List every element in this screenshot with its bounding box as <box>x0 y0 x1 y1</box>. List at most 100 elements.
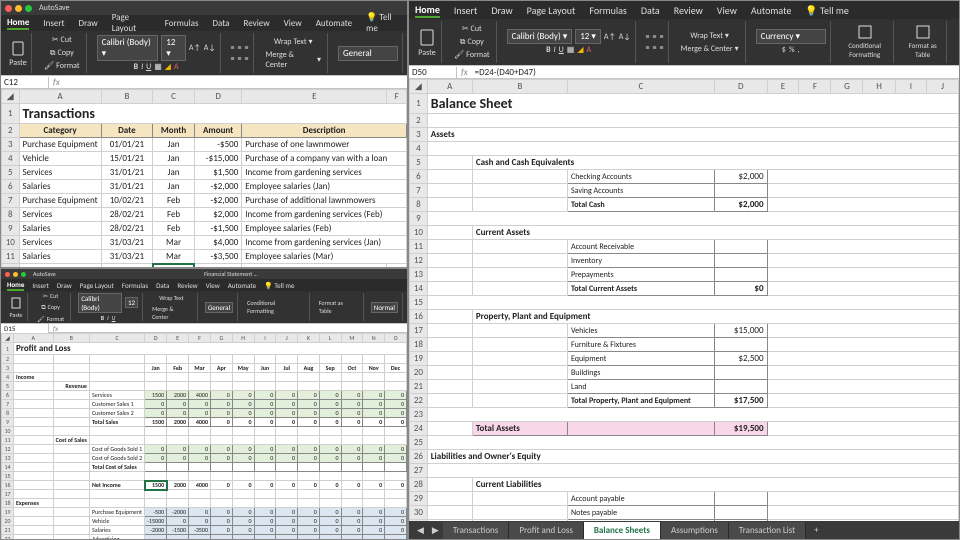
col-header[interactable]: B <box>101 90 153 104</box>
row-header[interactable]: 19 <box>410 352 428 366</box>
cell[interactable] <box>714 268 767 282</box>
cell[interactable]: Current Assets <box>472 226 958 240</box>
cell[interactable] <box>298 373 320 382</box>
cell[interactable]: 0 <box>341 481 363 490</box>
cell[interactable] <box>189 463 211 472</box>
cell[interactable] <box>189 427 211 436</box>
col-header[interactable]: A <box>427 80 472 94</box>
cell[interactable] <box>298 463 320 472</box>
cell[interactable]: 0 <box>341 508 363 517</box>
cell[interactable]: 0 <box>167 454 189 463</box>
cell[interactable] <box>189 499 211 508</box>
cell[interactable] <box>276 499 298 508</box>
cell[interactable] <box>189 355 211 364</box>
row-header[interactable]: 9 <box>410 212 428 226</box>
cell[interactable]: 31/01/21 <box>101 166 153 180</box>
cell[interactable] <box>53 490 89 499</box>
cell[interactable] <box>276 472 298 481</box>
cell[interactable] <box>276 535 298 540</box>
cell[interactable] <box>232 436 254 445</box>
cell[interactable] <box>189 472 211 481</box>
cell[interactable] <box>427 408 958 422</box>
cell[interactable]: Furniture & Fixtures <box>567 338 714 352</box>
cell[interactable]: 0 <box>319 526 341 535</box>
wrap-text-button[interactable]: Wrap Text ▾ <box>272 36 315 48</box>
cell[interactable]: 0 <box>276 409 298 418</box>
row-header[interactable]: 27 <box>410 464 428 478</box>
ribbon-tab-review[interactable]: Review <box>177 281 197 290</box>
cell[interactable]: 10/02/21 <box>101 194 153 208</box>
cell[interactable] <box>232 472 254 481</box>
cell[interactable] <box>145 436 167 445</box>
cell[interactable]: Land <box>567 380 714 394</box>
cell[interactable]: Apr <box>211 364 233 373</box>
cell[interactable]: 1500 <box>145 391 167 400</box>
cell[interactable] <box>232 499 254 508</box>
row-header[interactable]: 15 <box>2 472 14 481</box>
wrap-text-button[interactable]: Wrap Text <box>157 293 185 303</box>
cell[interactable] <box>13 490 53 499</box>
row-header[interactable]: 10 <box>2 427 14 436</box>
cell[interactable] <box>232 373 254 382</box>
cell[interactable] <box>254 355 276 364</box>
row-header[interactable]: 23 <box>410 408 428 422</box>
row-header[interactable]: 25 <box>410 436 428 450</box>
cell[interactable]: Description <box>242 124 407 138</box>
cell[interactable]: 0 <box>276 481 298 490</box>
cell[interactable]: 1500 <box>145 418 167 427</box>
cell[interactable]: 0 <box>254 400 276 409</box>
cell[interactable] <box>232 355 254 364</box>
fill-color-button[interactable]: ◢ <box>577 45 583 55</box>
col-header[interactable]: E <box>767 80 799 94</box>
cell[interactable] <box>145 427 167 436</box>
cell[interactable] <box>385 436 407 445</box>
cell[interactable]: Expenses <box>13 499 53 508</box>
underline-button[interactable]: U <box>559 45 564 55</box>
row-header[interactable]: 1 <box>410 94 428 114</box>
cell[interactable] <box>167 373 189 382</box>
cell[interactable]: Employee salaries (Jan) <box>242 180 407 194</box>
cell[interactable]: Jan <box>145 364 167 373</box>
cell[interactable] <box>145 490 167 499</box>
cell[interactable]: 0 <box>298 508 320 517</box>
cell[interactable] <box>167 382 189 391</box>
cell[interactable]: 0 <box>189 508 211 517</box>
row-header[interactable]: 1 <box>2 343 14 355</box>
copy-button[interactable]: ⧉ Copy <box>39 302 62 313</box>
cell[interactable]: 0 <box>211 391 233 400</box>
ribbon-tab-view[interactable]: View <box>717 4 737 17</box>
cell[interactable]: 0 <box>211 508 233 517</box>
cell[interactable] <box>211 490 233 499</box>
row-header[interactable]: 3 <box>2 138 20 152</box>
cell[interactable] <box>363 472 385 481</box>
cell[interactable] <box>385 355 407 364</box>
cell[interactable]: -3500 <box>189 526 211 535</box>
ribbon-tab-data[interactable]: Data <box>213 18 230 29</box>
ribbon-tab-draw[interactable]: Draw <box>491 4 512 17</box>
cell[interactable]: Account Receivable <box>567 240 714 254</box>
ribbon-tab-view[interactable]: View <box>206 281 220 290</box>
cell[interactable]: Purchase of one lawnmower <box>242 138 407 152</box>
copy-button[interactable]: ⧉ Copy <box>458 36 486 48</box>
ribbon-tab-insert[interactable]: Insert <box>43 18 64 29</box>
cell[interactable]: 0 <box>167 517 189 526</box>
ribbon-tab-tell-me[interactable]: 💡 Tell me <box>805 4 849 17</box>
cell[interactable]: 0 <box>298 391 320 400</box>
cell[interactable] <box>319 436 341 445</box>
cell[interactable] <box>363 355 385 364</box>
number-format-combo[interactable]: General <box>205 302 233 313</box>
cell[interactable]: Sep <box>319 364 341 373</box>
cell[interactable]: 0 <box>254 481 276 490</box>
cell[interactable]: 0 <box>385 526 407 535</box>
cell[interactable]: Checking Accounts <box>567 170 714 184</box>
cell[interactable]: 0 <box>319 517 341 526</box>
cell[interactable]: Jul <box>276 364 298 373</box>
row-header[interactable]: 7 <box>2 194 20 208</box>
align-left[interactable]: ≡ <box>646 43 650 53</box>
row-header[interactable]: 4 <box>2 152 20 166</box>
copy-button[interactable]: ⧉ Copy <box>48 47 76 59</box>
cell[interactable] <box>298 490 320 499</box>
border-button[interactable]: ▦ <box>154 62 162 72</box>
cell[interactable] <box>53 373 89 382</box>
cell[interactable]: 0 <box>232 418 254 427</box>
